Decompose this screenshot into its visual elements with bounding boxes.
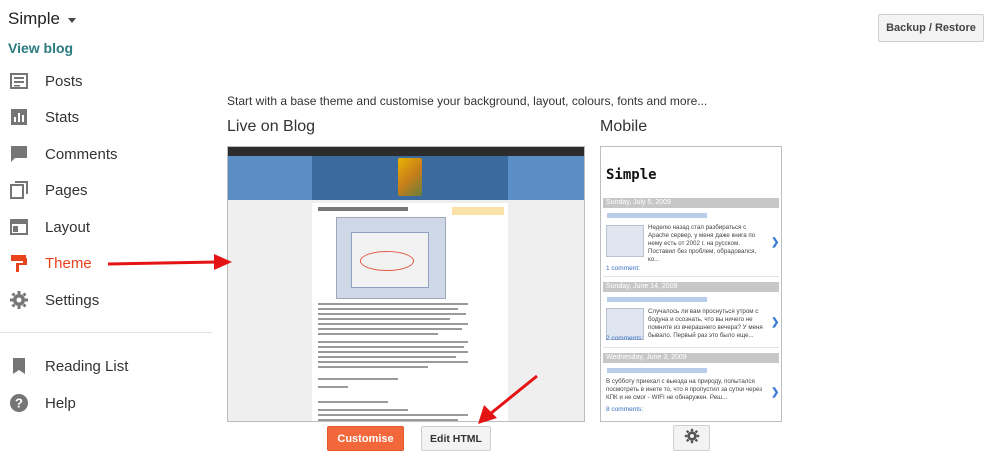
- blog-title-dropdown[interactable]: Simple: [8, 9, 76, 29]
- live-on-blog-heading: Live on Blog: [227, 118, 316, 135]
- mobile-preview[interactable]: Simple Sunday, July 5, 2009 Неделю назад…: [600, 146, 782, 422]
- caret-down-icon: [67, 17, 76, 23]
- customise-button[interactable]: Customise: [327, 426, 404, 451]
- sidebar-item-pages[interactable]: Pages: [8, 176, 88, 204]
- mobile-post-title: [607, 297, 707, 302]
- mobile-post-comments: 2 comments:: [606, 335, 644, 342]
- sidebar-item-theme[interactable]: Theme: [8, 249, 92, 277]
- pages-icon: [8, 179, 30, 201]
- sidebar-item-label: Comments: [45, 145, 118, 163]
- sidebar-item-settings[interactable]: Settings: [8, 286, 99, 314]
- sidebar-item-posts[interactable]: Posts: [8, 67, 83, 95]
- chevron-right-icon: ❯: [771, 387, 780, 398]
- backup-restore-button[interactable]: Backup / Restore: [878, 14, 984, 42]
- intro-text: Start with a base theme and customise yo…: [227, 94, 708, 108]
- mobile-settings-button[interactable]: [673, 425, 710, 451]
- chevron-right-icon: ❯: [771, 317, 780, 328]
- theme-icon: [8, 252, 30, 274]
- preview-header: [228, 156, 584, 200]
- comments-icon: [8, 143, 30, 165]
- edit-html-button[interactable]: Edit HTML: [421, 426, 491, 451]
- gear-icon: [684, 428, 700, 449]
- mobile-post-snippet: Случалось ли вам проснуться утром с боду…: [648, 308, 763, 339]
- reading-list-icon: [8, 355, 30, 377]
- view-blog-link[interactable]: View blog: [8, 40, 73, 56]
- sidebar-item-label: Reading List: [45, 357, 129, 375]
- mobile-post-title: [607, 213, 707, 218]
- mobile-post-snippet: В субботу приехал с выезда на природу, п…: [606, 378, 763, 401]
- sidebar-item-label: Posts: [45, 72, 83, 90]
- sidebar-item-label: Theme: [45, 254, 92, 272]
- sidebar-divider: [0, 332, 212, 333]
- sidebar-item-label: Layout: [45, 218, 91, 236]
- preview-logo-image: [398, 158, 422, 196]
- blog-title: Simple: [8, 9, 60, 28]
- settings-icon: [8, 289, 30, 311]
- mobile-post-snippet: Неделю назад стал разбираться с Apache с…: [648, 224, 757, 263]
- stats-icon: [8, 106, 30, 128]
- preview-sidebar-widget: [452, 207, 504, 215]
- mobile-post-date: Wednesday, June 3, 2009: [603, 353, 779, 363]
- sidebar-item-comments[interactable]: Comments: [8, 140, 118, 168]
- sidebar-item-label: Help: [45, 394, 76, 412]
- mobile-blog-title: Simple: [606, 167, 657, 183]
- mobile-post-thumbnail: [606, 225, 644, 257]
- mobile-post-date: Sunday, June 14, 2009: [603, 282, 779, 292]
- mobile-post-title: [607, 368, 707, 373]
- sidebar: Simple View blog Posts Stats Comments Pa…: [0, 0, 212, 468]
- mobile-post-date: Sunday, July 5, 2009: [603, 198, 779, 208]
- layout-icon: [8, 216, 30, 238]
- chevron-right-icon: ❯: [771, 237, 780, 248]
- mobile-post-comments: 1 comment:: [606, 265, 640, 272]
- live-blog-preview[interactable]: [227, 146, 585, 422]
- sidebar-item-label: Pages: [45, 181, 88, 199]
- sidebar-item-help[interactable]: ? Help: [8, 389, 76, 417]
- mobile-post-comments: 8 comments:: [606, 406, 644, 413]
- sidebar-item-layout[interactable]: Layout: [8, 213, 90, 241]
- preview-navbar: [228, 147, 584, 156]
- sidebar-item-stats[interactable]: Stats: [8, 103, 79, 131]
- mobile-heading: Mobile: [600, 118, 648, 135]
- sidebar-item-label: Settings: [45, 291, 100, 309]
- sidebar-item-label: Stats: [45, 108, 80, 126]
- preview-content: [312, 203, 508, 421]
- preview-post-image: [336, 217, 446, 299]
- svg-text:?: ?: [15, 396, 23, 411]
- posts-icon: [8, 70, 30, 92]
- sidebar-item-reading-list[interactable]: Reading List: [8, 352, 128, 380]
- help-icon: ?: [8, 392, 30, 414]
